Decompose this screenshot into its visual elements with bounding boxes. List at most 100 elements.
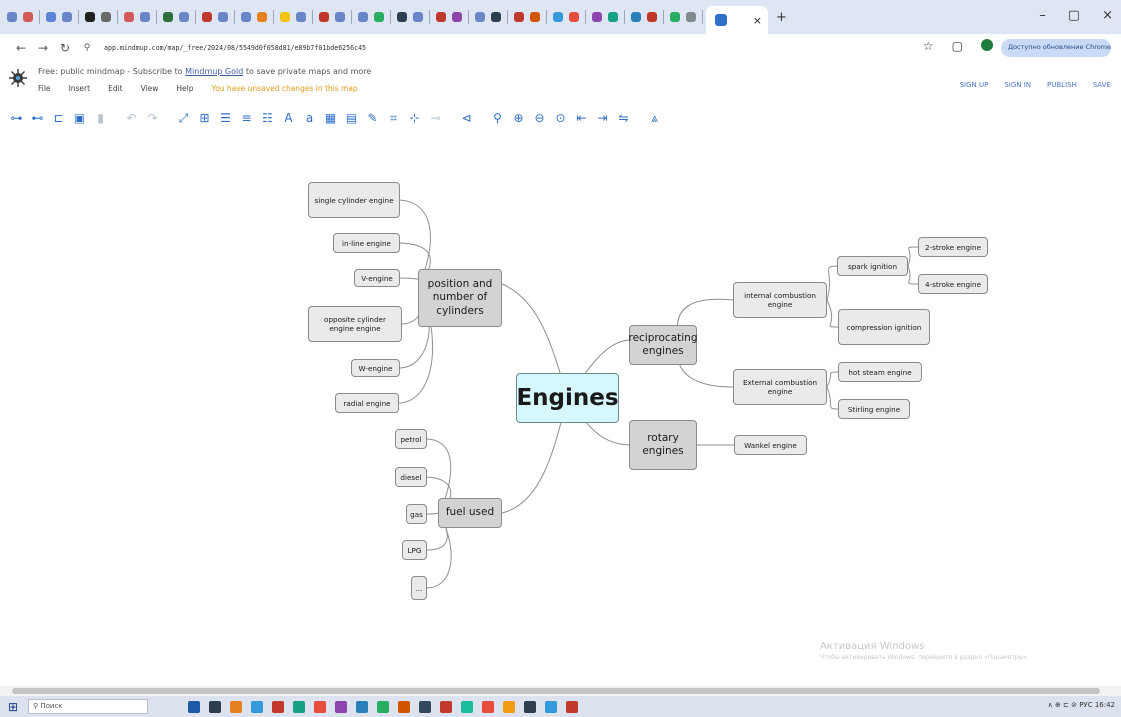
- maximize-button[interactable]: ▢: [1068, 8, 1080, 23]
- node-rotary-engines[interactable]: rotary engines: [629, 420, 697, 470]
- browser-tab-favicon-icon[interactable]: [514, 12, 524, 22]
- minimize-button[interactable]: –: [1039, 8, 1046, 23]
- redo-icon[interactable]: ↷: [144, 110, 161, 127]
- taskbar-app-icon[interactable]: [419, 700, 431, 713]
- zoom-out-icon[interactable]: ⊖: [531, 110, 548, 127]
- connect-icon[interactable]: ⤢: [175, 110, 192, 127]
- browser-tab-favicon-icon[interactable]: [436, 12, 446, 22]
- browser-tab-favicon-icon[interactable]: [296, 12, 306, 22]
- delete-icon[interactable]: ▮: [92, 110, 109, 127]
- scrollbar-thumb[interactable]: [12, 688, 1100, 694]
- node-w-engine[interactable]: W-engine: [351, 359, 400, 377]
- browser-tab-favicon-icon[interactable]: [241, 12, 251, 22]
- browser-tab-favicon-icon[interactable]: [491, 12, 501, 22]
- menu-file[interactable]: File: [38, 84, 51, 93]
- node-stirling-engine[interactable]: Stirling engine: [838, 399, 910, 419]
- save-button[interactable]: SAVE: [1093, 81, 1111, 89]
- align-right-icon[interactable]: ☷: [259, 110, 276, 127]
- taskbar-app-icon[interactable]: [314, 700, 326, 713]
- link-box-icon[interactable]: ⊞: [196, 110, 213, 127]
- browser-tab-favicon-icon[interactable]: [631, 12, 641, 22]
- balance-icon[interactable]: ⇋: [615, 110, 632, 127]
- system-tray[interactable]: ∧ ⊕ ⊏ ⊘ РУС 16:42: [1048, 701, 1115, 709]
- forward-arrow-icon[interactable]: →: [32, 41, 54, 55]
- collapse-all-icon[interactable]: ⊸: [427, 110, 444, 127]
- browser-tab-favicon-icon[interactable]: [257, 12, 267, 22]
- taskbar-app-icon[interactable]: [356, 700, 368, 713]
- browser-tab-favicon-icon[interactable]: [647, 12, 657, 22]
- taskbar-app-icon[interactable]: [524, 700, 536, 713]
- browser-tab-favicon-icon[interactable]: [358, 12, 368, 22]
- browser-tab-favicon-icon[interactable]: [553, 12, 563, 22]
- taskbar-app-icon[interactable]: [566, 700, 578, 713]
- menu-insert[interactable]: Insert: [69, 84, 91, 93]
- node-compression-ignition[interactable]: compression ignition: [838, 309, 930, 345]
- add-icon-icon[interactable]: ▣: [71, 110, 88, 127]
- browser-tab-favicon-icon[interactable]: [397, 12, 407, 22]
- browser-tab-favicon-icon[interactable]: [179, 12, 189, 22]
- browser-tab-favicon-icon[interactable]: [7, 12, 17, 22]
- search-icon[interactable]: ⚲: [489, 110, 506, 127]
- node-v-engine[interactable]: V-engine: [354, 269, 400, 287]
- back-arrow-icon[interactable]: ←: [10, 41, 32, 55]
- url-field[interactable]: app.mindmup.com/map/_free/2024/08/5549d0…: [104, 44, 366, 52]
- add-sibling-icon[interactable]: ⊷: [29, 110, 46, 127]
- node-wankel-engine[interactable]: Wankel engine: [734, 435, 807, 455]
- close-window-button[interactable]: ×: [1102, 8, 1113, 23]
- profile-avatar[interactable]: [981, 39, 993, 51]
- browser-tab-favicon-icon[interactable]: [23, 12, 33, 22]
- node-2-stroke-engine[interactable]: 2-stroke engine: [918, 237, 988, 257]
- tab-search-icon[interactable]: ▢: [952, 39, 963, 53]
- taskbar-app-icon[interactable]: [440, 700, 452, 713]
- browser-tab-favicon-icon[interactable]: [202, 12, 212, 22]
- browser-tab-favicon-icon[interactable]: [335, 12, 345, 22]
- sign-in-button[interactable]: SIGN IN: [1004, 81, 1031, 89]
- taskbar-app-icon[interactable]: [272, 700, 284, 713]
- node-lpg[interactable]: LPG: [402, 540, 427, 560]
- mindmup-logo-icon[interactable]: [8, 68, 28, 92]
- collapse-icon[interactable]: ⌗: [385, 110, 402, 127]
- horizontal-scrollbar[interactable]: [0, 686, 1121, 696]
- browser-tab-favicon-icon[interactable]: [608, 12, 618, 22]
- new-tab-button[interactable]: +: [776, 10, 787, 25]
- node-single-cylinder-engine[interactable]: single cylinder engine: [308, 182, 400, 218]
- taskbar-app-icon[interactable]: [461, 700, 473, 713]
- central-node[interactable]: Engines: [516, 373, 619, 423]
- sign-up-button[interactable]: SIGN UP: [960, 81, 989, 89]
- taskbar-app-icon[interactable]: [335, 700, 347, 713]
- browser-tab-favicon-icon[interactable]: [452, 12, 462, 22]
- browser-tab-favicon-icon[interactable]: [62, 12, 72, 22]
- browser-tab-favicon-icon[interactable]: [101, 12, 111, 22]
- windows-start-icon[interactable]: ⊞: [0, 696, 26, 717]
- node-ellipsis[interactable]: ...: [411, 576, 427, 600]
- menu-view[interactable]: View: [141, 84, 159, 93]
- zoom-in-icon[interactable]: ⊕: [510, 110, 527, 127]
- taskbar-app-icon[interactable]: [230, 700, 242, 713]
- node-radial-engine[interactable]: radial engine: [335, 393, 399, 413]
- browser-tab-favicon-icon[interactable]: [85, 12, 95, 22]
- browser-tab-favicon-icon[interactable]: [670, 12, 680, 22]
- attach-icon[interactable]: ✎: [364, 110, 381, 127]
- browser-tab-favicon-icon[interactable]: [475, 12, 485, 22]
- expand-all-icon[interactable]: ⊹: [406, 110, 423, 127]
- node-hot-steam-engine[interactable]: hot steam engine: [838, 362, 922, 382]
- menu-help[interactable]: Help: [176, 84, 193, 93]
- image-icon[interactable]: ▦: [322, 110, 339, 127]
- browser-tab-favicon-icon[interactable]: [280, 12, 290, 22]
- reload-icon[interactable]: ↻: [54, 41, 76, 55]
- active-tab[interactable]: ×: [706, 6, 768, 34]
- browser-tab-favicon-icon[interactable]: [218, 12, 228, 22]
- font-size-down-icon[interactable]: a: [301, 110, 318, 127]
- node-in-line-engine[interactable]: in-line engine: [333, 233, 400, 253]
- node-external-combustion-engine[interactable]: External combustion engine: [733, 369, 827, 405]
- menu-edit[interactable]: Edit: [108, 84, 123, 93]
- taskbar-search-input[interactable]: ⚲ Поиск: [28, 699, 148, 714]
- node-opposite-cylinder-engine[interactable]: opposite cylinder engine engine: [308, 306, 402, 342]
- browser-tab-favicon-icon[interactable]: [413, 12, 423, 22]
- browser-tab-favicon-icon[interactable]: [124, 12, 134, 22]
- browser-tab-favicon-icon[interactable]: [592, 12, 602, 22]
- node-spark-ignition[interactable]: spark ignition: [837, 256, 908, 276]
- reset-zoom-icon[interactable]: ⊙: [552, 110, 569, 127]
- taskbar-app-icon[interactable]: [398, 700, 410, 713]
- add-child-icon[interactable]: ⊶: [8, 110, 25, 127]
